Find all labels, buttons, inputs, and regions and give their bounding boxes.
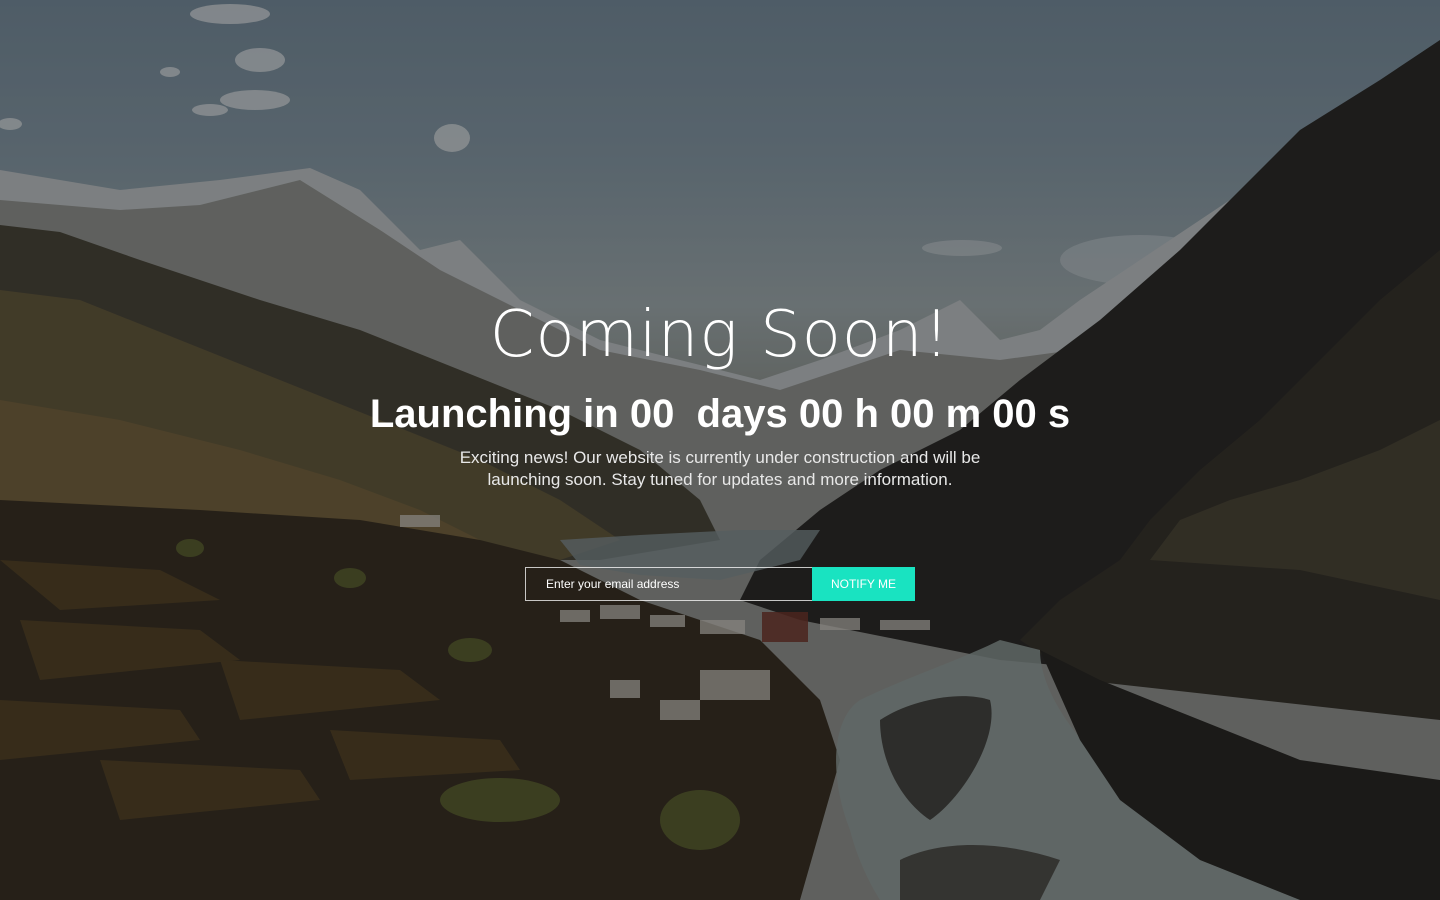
email-input[interactable] <box>525 567 812 601</box>
hero-section: Coming Soon! Launching in 00 days 00 h 0… <box>0 0 1440 900</box>
description-text: Exciting news! Our website is currently … <box>459 448 981 489</box>
page-title: Coming Soon! <box>489 298 951 372</box>
notify-me-button[interactable]: NOTIFY ME <box>812 567 915 601</box>
subscribe-form: NOTIFY ME <box>525 567 915 601</box>
countdown-timer: Launching in 00 days 00 h 00 m 00 s <box>369 392 1071 436</box>
